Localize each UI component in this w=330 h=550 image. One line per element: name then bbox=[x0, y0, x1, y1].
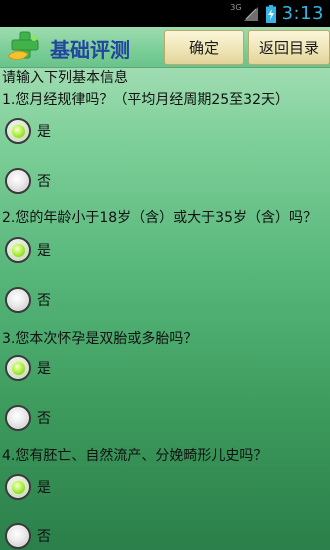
q2-option-no[interactable]: 否 bbox=[5, 283, 51, 317]
option-label: 否 bbox=[37, 529, 51, 545]
radio-unchecked[interactable] bbox=[5, 405, 31, 431]
q4-option-no[interactable]: 否 bbox=[5, 519, 51, 550]
q4-option-yes[interactable]: 是 bbox=[5, 470, 51, 504]
question-3: 3.您本次怀孕是双胎或多胎吗？ bbox=[2, 331, 198, 347]
q3-option-no[interactable]: 否 bbox=[5, 401, 51, 435]
screen: 3G 3:13 基础评测 确定 返回目录 请输入下列基本信息 1.您月经规律吗？… bbox=[0, 0, 330, 550]
intro-text: 请输入下列基本信息 bbox=[2, 70, 128, 86]
q3-option-yes[interactable]: 是 bbox=[5, 351, 51, 385]
q1-option-no[interactable]: 否 bbox=[5, 164, 51, 198]
status-bar: 3G 3:13 bbox=[0, 0, 330, 27]
radio-checked[interactable] bbox=[5, 474, 31, 500]
option-label: 否 bbox=[37, 174, 51, 190]
question-2: 2.您的年龄小于18岁（含）或大于35岁（含）吗？ bbox=[2, 210, 317, 226]
battery-charging-icon bbox=[265, 4, 276, 23]
option-label: 是 bbox=[37, 480, 51, 496]
radio-checked[interactable] bbox=[5, 118, 31, 144]
option-label: 否 bbox=[37, 411, 51, 427]
option-label: 是 bbox=[37, 243, 51, 259]
radio-checked[interactable] bbox=[5, 237, 31, 263]
clock: 3:13 bbox=[281, 3, 324, 24]
network-type: 3G bbox=[230, 3, 242, 12]
radio-unchecked[interactable] bbox=[5, 523, 31, 549]
radio-checked[interactable] bbox=[5, 355, 31, 381]
green-cross-logo-icon bbox=[7, 31, 39, 61]
radio-unchecked[interactable] bbox=[5, 287, 31, 313]
option-label: 是 bbox=[37, 361, 51, 377]
question-1: 1.您月经规律吗？（平均月经周期25至32天） bbox=[2, 92, 289, 108]
option-label: 否 bbox=[37, 293, 51, 309]
page-title: 基础评测 bbox=[50, 38, 130, 62]
q2-option-yes[interactable]: 是 bbox=[5, 233, 51, 267]
app-header: 基础评测 确定 返回目录 bbox=[0, 27, 330, 68]
signal-icon bbox=[243, 6, 258, 21]
assessment-form: 请输入下列基本信息 1.您月经规律吗？（平均月经周期25至32天） 是 否 2.… bbox=[0, 67, 330, 550]
option-label: 是 bbox=[37, 124, 51, 140]
question-4: 4.您有胚亡、自然流产、分娩畸形儿史吗？ bbox=[2, 448, 268, 464]
q1-option-yes[interactable]: 是 bbox=[5, 114, 51, 148]
back-to-menu-button[interactable]: 返回目录 bbox=[248, 30, 330, 65]
radio-unchecked[interactable] bbox=[5, 168, 31, 194]
confirm-button[interactable]: 确定 bbox=[164, 30, 244, 65]
